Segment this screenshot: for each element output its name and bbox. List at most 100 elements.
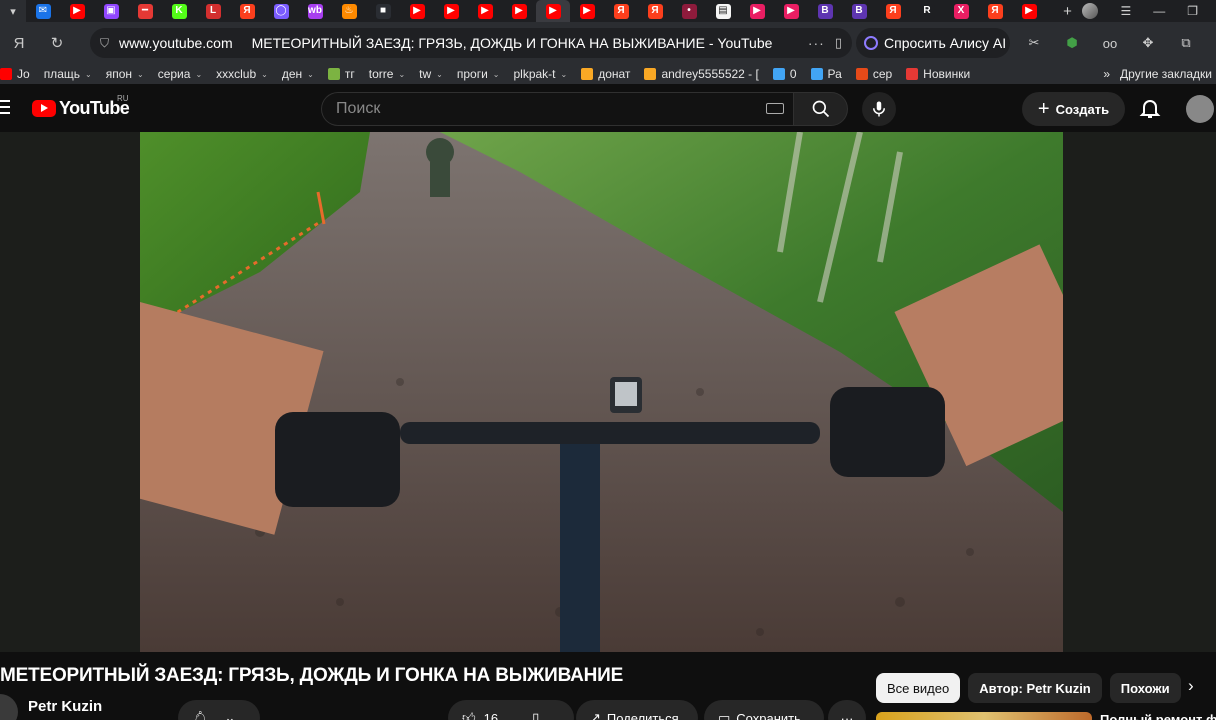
translate-extension-icon[interactable]: ✂: [1022, 31, 1046, 55]
tab-x[interactable]: X: [944, 0, 978, 22]
channel-name[interactable]: Petr Kuzin: [28, 698, 102, 715]
puzzle-extension-icon[interactable]: ✥: [1136, 31, 1160, 55]
tab-live[interactable]: L: [196, 0, 230, 22]
channel-avatar[interactable]: [0, 694, 18, 720]
tab-youtube[interactable]: ▶: [502, 0, 536, 22]
bookmark-item[interactable]: xxxclub ⌄: [216, 67, 268, 81]
tab-doc[interactable]: ▤: [706, 0, 740, 22]
bookmarks-bar: Jo плащь ⌄ япон ⌄ сериа ⌄ xxxclub ⌄ ден ⌄ тг torre ⌄ t…: [0, 64, 1216, 84]
bookmark-item[interactable]: Ра: [810, 67, 842, 81]
tab-yandex[interactable]: Я: [876, 0, 910, 22]
tab-youtube[interactable]: ▶: [570, 0, 604, 22]
search-input[interactable]: Поиск: [321, 92, 793, 126]
keyboard-icon[interactable]: [766, 103, 784, 114]
tab-r[interactable]: R: [910, 0, 944, 22]
save-button[interactable]: ▭ Сохранить: [704, 700, 824, 720]
reload-icon[interactable]: ↻: [38, 22, 76, 64]
tab-wb[interactable]: wb: [298, 0, 332, 22]
next-video-title[interactable]: Полный ремонт ф: [1100, 712, 1216, 720]
yandex-home-icon[interactable]: Я: [0, 22, 38, 64]
bookmark-item[interactable]: донат: [581, 67, 630, 81]
guide-menu-icon[interactable]: [0, 100, 10, 114]
search-button[interactable]: [793, 92, 848, 126]
tab-youtube[interactable]: ▶: [60, 0, 94, 22]
filter-chip[interactable]: Все видео: [876, 673, 961, 703]
chevron-right-icon[interactable]: ›: [1188, 676, 1194, 696]
youtube-logo[interactable]: YouTube RU: [32, 94, 130, 119]
tab-dark[interactable]: ■: [366, 0, 400, 22]
tab-b[interactable]: B: [808, 0, 842, 22]
address-bar[interactable]: ⛉ www.youtube.com МЕТЕОРИТНЫЙ ЗАЕЗД: ГРЯ…: [90, 28, 852, 58]
new-tab-button[interactable]: +: [1052, 3, 1082, 20]
bookmark-favicon-icon: [906, 68, 919, 80]
bookmark-item[interactable]: torre ⌄: [369, 67, 405, 81]
tab-alice[interactable]: ◯: [264, 0, 298, 22]
tab-b[interactable]: B: [842, 0, 876, 22]
other-bookmarks[interactable]: Другие закладки: [1120, 67, 1212, 81]
chevron-down-icon: ⌄: [307, 69, 314, 79]
glasses-extension-icon[interactable]: oo: [1098, 31, 1122, 55]
bookmark-icon[interactable]: ▯: [835, 35, 842, 51]
tab-kick[interactable]: K: [162, 0, 196, 22]
tab-youtube[interactable]: ▶: [468, 0, 502, 22]
bookmark-item[interactable]: тг: [327, 67, 355, 81]
bookmark-item[interactable]: сер: [855, 67, 892, 81]
bookmark-item[interactable]: япон ⌄: [106, 67, 144, 81]
menu-icon[interactable]: ☰: [1120, 4, 1131, 18]
b-tab-icon: B: [851, 3, 867, 19]
bookmark-item[interactable]: Новинки: [906, 67, 970, 81]
bookmark-label: проги: [456, 67, 488, 81]
tab-dots[interactable]: •: [672, 0, 706, 22]
bookmark-item[interactable]: ден ⌄: [282, 67, 314, 81]
chevron-down-icon: ⌄: [224, 710, 236, 720]
play-tab-icon: ▶: [749, 3, 765, 19]
video-frame[interactable]: [140, 132, 1063, 652]
tab-youtube[interactable]: ▶: [434, 0, 468, 22]
filter-chip[interactable]: Автор: Petr Kuzin: [968, 673, 1102, 703]
youtube-play-icon: [32, 100, 56, 117]
tab-stream[interactable]: ━: [128, 0, 162, 22]
bookmark-item[interactable]: проги ⌄: [457, 67, 500, 81]
voice-search-button[interactable]: [862, 92, 896, 126]
bookmark-favicon-icon: [772, 68, 785, 80]
tab-list-button[interactable]: ▾: [0, 0, 26, 22]
collections-icon[interactable]: ⧉: [1174, 31, 1198, 55]
tab-play[interactable]: ▶: [740, 0, 774, 22]
account-avatar[interactable]: [1186, 95, 1214, 123]
ask-alice-button[interactable]: Спросить Алису AI: [856, 28, 1010, 58]
tab-fire[interactable]: ♨: [332, 0, 366, 22]
tab-mail[interactable]: ✉: [26, 0, 60, 22]
bookmark-item[interactable]: 0: [772, 67, 797, 81]
tab-yandex[interactable]: Я: [978, 0, 1012, 22]
tab-yandex[interactable]: Я: [638, 0, 672, 22]
profile-avatar[interactable]: [1082, 3, 1099, 19]
filter-chip[interactable]: Похожи: [1109, 673, 1181, 703]
bookmarks-overflow-button[interactable]: »: [1103, 67, 1110, 81]
tab-yandex[interactable]: Я: [230, 0, 264, 22]
tab-play[interactable]: ▶: [774, 0, 808, 22]
video-player[interactable]: [0, 132, 1216, 652]
bookmark-item[interactable]: плащь ⌄: [44, 67, 92, 81]
share-button[interactable]: ↗ Поделиться: [576, 700, 698, 720]
minimize-icon[interactable]: —: [1153, 4, 1165, 18]
bookmark-item[interactable]: сериа ⌄: [158, 67, 202, 81]
more-actions-button[interactable]: ···: [828, 700, 866, 720]
like-button[interactable]: 👍︎ 16 ▯: [448, 700, 574, 720]
notifications-icon[interactable]: [1138, 96, 1162, 120]
bookmark-item[interactable]: tw ⌄: [419, 67, 443, 81]
dislike-icon[interactable]: ▯: [532, 710, 539, 720]
tab-youtube-active[interactable]: ▶: [536, 0, 570, 22]
next-video-thumbnail[interactable]: [876, 712, 1092, 720]
shield-extension-icon[interactable]: ⬢: [1060, 31, 1084, 55]
more-icon[interactable]: ···: [808, 35, 825, 51]
create-button[interactable]: + Создать: [1022, 92, 1125, 126]
tab-youtube[interactable]: ▶: [1012, 0, 1046, 22]
tab-youtube[interactable]: ▶: [400, 0, 434, 22]
bookmark-item[interactable]: plkpak-t ⌄: [513, 67, 567, 81]
restore-icon[interactable]: ❐: [1187, 4, 1198, 18]
tab-yandex[interactable]: Я: [604, 0, 638, 22]
tab-twitch[interactable]: ▣: [94, 0, 128, 22]
subscribe-bell-button[interactable]: 🔔︎ ⌄: [178, 700, 260, 720]
bookmark-item[interactable]: Jo: [0, 67, 30, 81]
bookmark-item[interactable]: andrey5555522 - [: [644, 67, 759, 81]
